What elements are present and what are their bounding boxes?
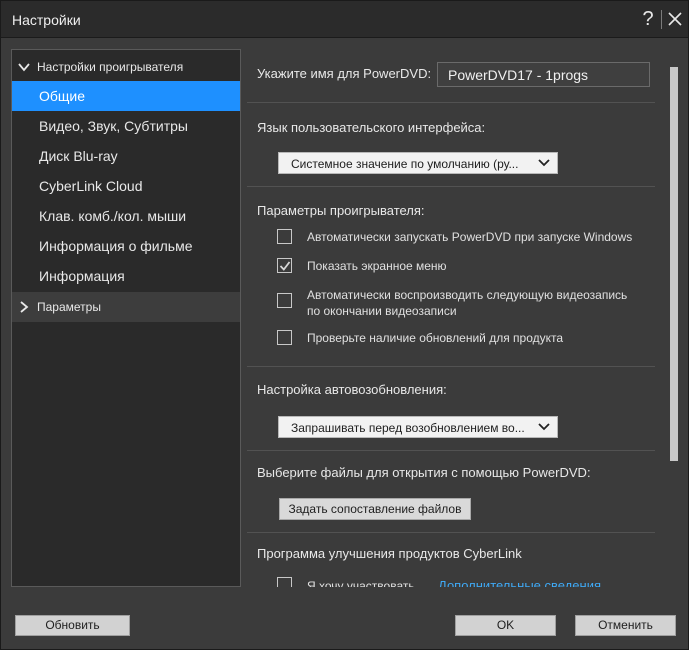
sidebar-item-movie-info[interactable]: Информация о фильме <box>12 231 240 261</box>
divider <box>247 366 655 367</box>
dropdown-value: Запрашивать перед возобновлением во... <box>291 421 525 435</box>
tree-group-parameters[interactable]: Параметры <box>12 292 240 322</box>
autostart-label: Автоматически запускать PowerDVD при зап… <box>307 230 633 244</box>
divider <box>247 102 655 103</box>
show-osd-label: Показать экранное меню <box>307 259 447 273</box>
update-button[interactable]: Обновить <box>15 615 130 636</box>
resume-label: Настройка автовозобновления: <box>257 382 447 397</box>
participate-label: Я хочу участвовать <box>307 579 415 587</box>
autostart-checkbox[interactable] <box>277 229 292 244</box>
autoplay-next-checkbox[interactable] <box>277 293 292 308</box>
title-bar: Настройки ? <box>1 1 688 38</box>
check-updates-label: Проверьте наличие обновлений для продукт… <box>307 331 564 345</box>
close-icon[interactable] <box>665 9 685 29</box>
chevron-down-icon <box>537 421 551 433</box>
participate-checkbox[interactable] <box>277 577 292 587</box>
general-settings-panel: Укажите имя для PowerDVD: PowerDVD17 - 1… <box>247 49 659 587</box>
sidebar-item-label: CyberLink Cloud <box>39 178 143 194</box>
check-updates-checkbox[interactable] <box>277 330 292 345</box>
settings-dialog: Настройки ? Настройки проигрывателя Общи… <box>0 0 689 650</box>
settings-sidebar: Настройки проигрывателя Общие Видео, Зву… <box>11 49 241 587</box>
divider <box>247 532 655 533</box>
name-label: Укажите имя для PowerDVD: <box>257 66 432 81</box>
ui-language-dropdown[interactable]: Системное значение по умолчанию (ру... <box>278 152 558 174</box>
chevron-down-icon <box>537 157 551 169</box>
sidebar-item-cyberlink-cloud[interactable]: CyberLink Cloud <box>12 171 240 201</box>
sidebar-item-info[interactable]: Информация <box>12 261 240 291</box>
autoplay-next-label-line1: Автоматически воспроизводить следующую в… <box>307 288 628 302</box>
divider <box>247 186 655 187</box>
dropdown-value: Системное значение по умолчанию (ру... <box>291 157 519 171</box>
sidebar-item-video-audio-subtitles[interactable]: Видео, Звук, Субтитры <box>12 111 240 141</box>
titlebar-divider <box>661 10 662 29</box>
set-file-associations-button[interactable]: Задать сопоставление файлов <box>279 498 471 520</box>
chevron-down-icon[interactable] <box>17 60 31 74</box>
sidebar-item-label: Видео, Звук, Субтитры <box>39 118 188 134</box>
player-name-input[interactable]: PowerDVD17 - 1progs <box>437 62 650 87</box>
ui-language-label: Язык пользовательского интерфейса: <box>257 120 486 135</box>
show-osd-checkbox[interactable] <box>277 258 292 273</box>
tree-group-player-settings[interactable]: Настройки проигрывателя <box>12 52 240 82</box>
ok-button[interactable]: OK <box>455 615 556 636</box>
sidebar-item-label: Информация о фильме <box>39 238 193 254</box>
tree-group-label: Настройки проигрывателя <box>37 60 184 74</box>
cancel-button[interactable]: Отменить <box>575 615 676 636</box>
sidebar-item-label: Общие <box>39 88 86 104</box>
dialog-footer: Обновить OK Отменить <box>1 599 688 649</box>
resume-dropdown[interactable]: Запрашивать перед возобновлением во... <box>278 416 558 438</box>
improvement-program-label: Программа улучшения продуктов CyberLink <box>257 546 522 561</box>
scrollbar-thumb[interactable] <box>670 67 678 461</box>
tree-group-label: Параметры <box>37 300 101 314</box>
sidebar-item-bluray[interactable]: Диск Blu-ray <box>12 141 240 171</box>
chevron-right-icon[interactable] <box>17 300 31 314</box>
window-title: Настройки <box>12 12 81 28</box>
help-button[interactable]: ? <box>638 7 658 31</box>
sidebar-item-general[interactable]: Общие <box>12 81 240 111</box>
sidebar-item-label: Диск Blu-ray <box>39 148 118 164</box>
sidebar-item-label: Клав. комб./кол. мыши <box>39 208 187 224</box>
sidebar-item-shortcuts[interactable]: Клав. комб./кол. мыши <box>12 201 240 231</box>
player-params-label: Параметры проигрывателя: <box>257 203 425 218</box>
divider <box>247 450 655 451</box>
sidebar-item-label: Информация <box>39 268 125 284</box>
more-info-link[interactable]: Дополнительные сведения <box>438 578 601 587</box>
autoplay-next-label-line2: по окончании видеозаписи <box>307 304 457 318</box>
file-assoc-label: Выберите файлы для открытия с помощью Po… <box>257 465 591 480</box>
